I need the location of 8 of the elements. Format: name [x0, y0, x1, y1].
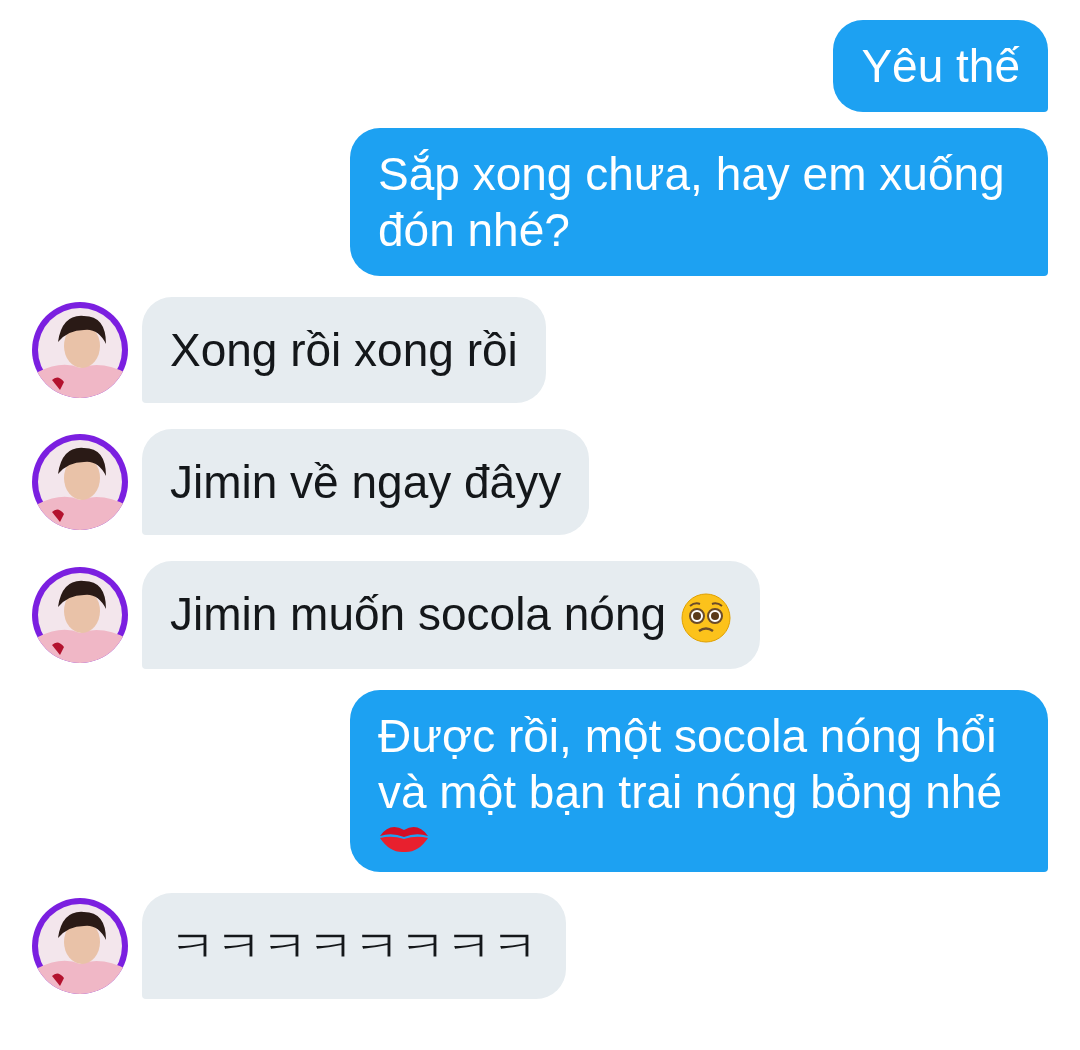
sent-message: Sắp xong chưa, hay em xuống đón nhé?: [350, 128, 1048, 276]
received-message: Jimin về ngay đâyy: [142, 429, 590, 535]
received-message: Jimin muốn socola nóng: [142, 561, 761, 669]
pleading-face-icon: [680, 591, 733, 644]
sent-message: Được rồi, một socola nóng hổi và một bạn trai nóng bỏng nhé: [350, 689, 1048, 872]
received-message: Xong rồi xong rồi: [142, 297, 546, 403]
received-message: ㅋㅋㅋㅋㅋㅋㅋㅋ: [142, 892, 566, 999]
sent-message: Yêu thế: [833, 20, 1048, 112]
